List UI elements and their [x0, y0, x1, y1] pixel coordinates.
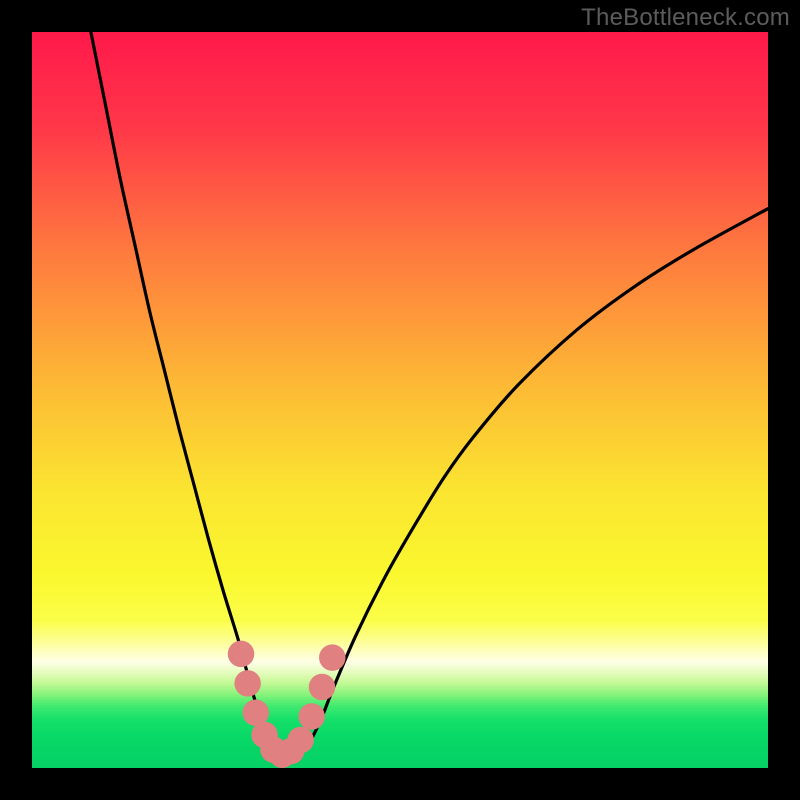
chart-frame: TheBottleneck.com — [0, 0, 800, 800]
highlight-marker — [309, 674, 335, 700]
highlight-marker — [298, 703, 324, 729]
highlight-marker — [234, 670, 260, 696]
highlight-marker — [319, 644, 345, 670]
highlight-marker — [287, 727, 313, 753]
highlight-marker — [228, 641, 254, 667]
bottleneck-curve — [91, 32, 768, 757]
plot-area — [32, 32, 768, 768]
watermark-text: TheBottleneck.com — [581, 4, 790, 32]
curve-layer — [32, 32, 768, 768]
